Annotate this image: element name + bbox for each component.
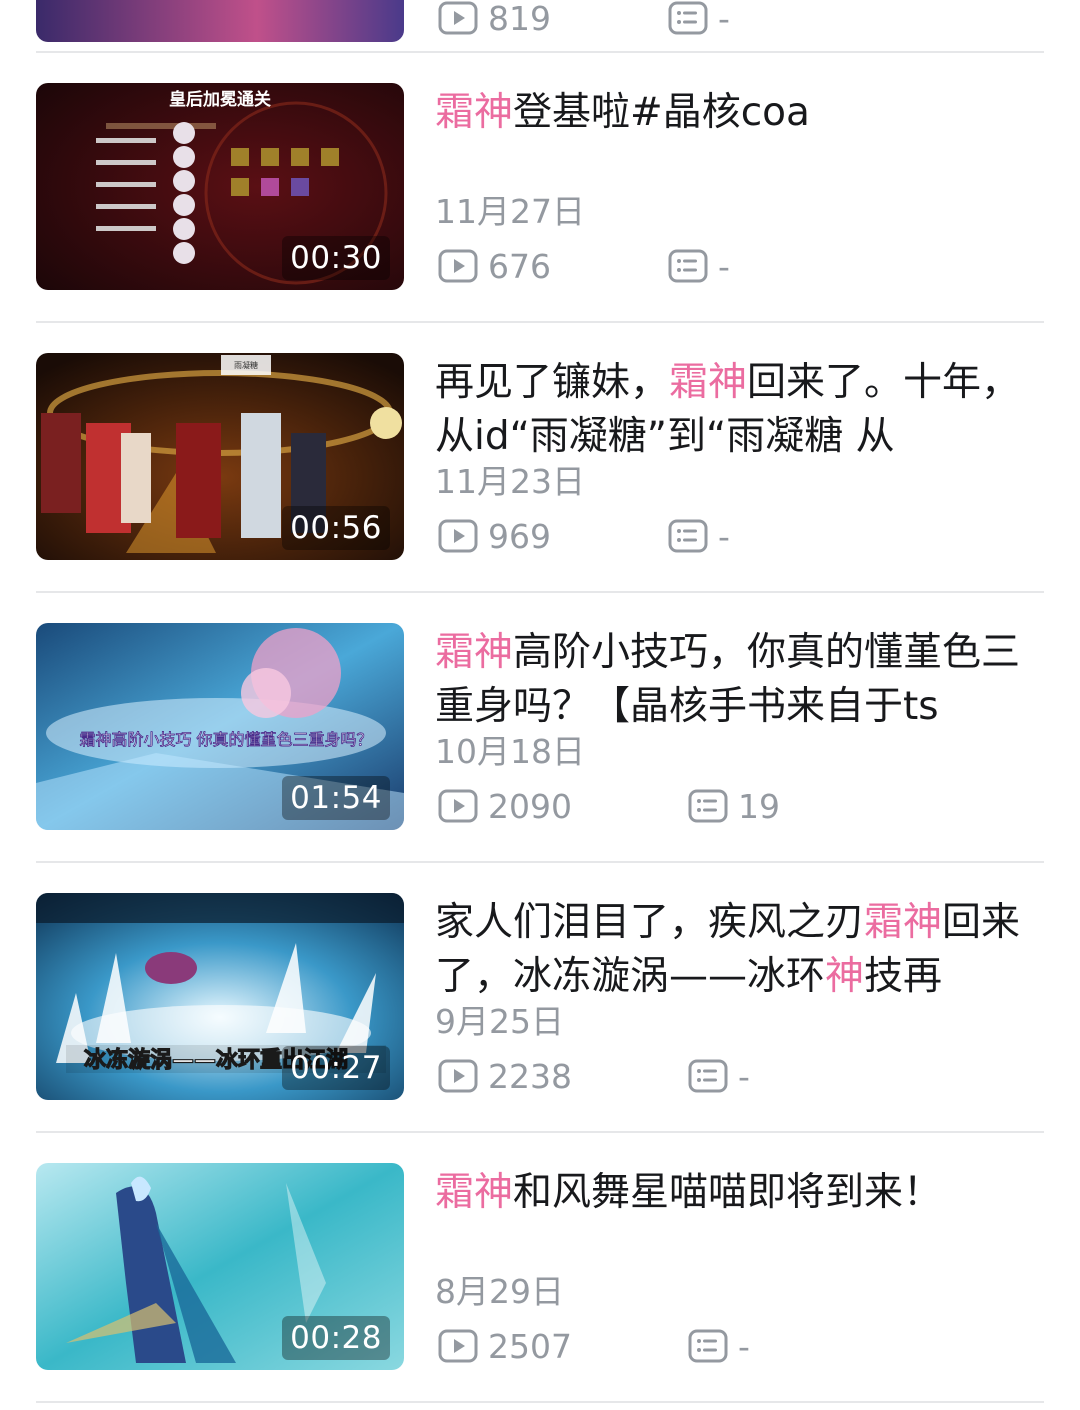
title-keyword-highlight: 霜神 xyxy=(435,90,514,135)
video-title[interactable]: 霜神登基啦#晶核coa xyxy=(435,86,1045,140)
title-text: 和风舞星喵喵即将到来！ xyxy=(513,1170,943,1215)
video-date: 11月27日 xyxy=(435,192,585,231)
thumbnail-caption: 雨凝糖 xyxy=(234,360,258,370)
title-text: 家人们泪目了，疾风之刃 xyxy=(435,900,865,945)
comment-count: - xyxy=(688,1326,750,1366)
thumbnail-caption: 皇后加冕通关 xyxy=(169,89,271,110)
video-title[interactable]: 再见了镰妹，霜神回来了。十年，从id“雨凝糖”到“雨凝糖 从 xyxy=(435,356,1045,464)
title-text: 登基啦#晶核coa xyxy=(513,90,810,135)
title-keyword-highlight: 霜神 xyxy=(435,630,514,675)
video-date: 9月25日 xyxy=(435,1002,564,1041)
video-thumbnail[interactable]: 雨凝糖 00:56 xyxy=(36,353,404,560)
video-list: 819 - 皇后加冕通关 00:30 霜神登基啦#晶核coa 11月27日 67… xyxy=(0,0,1080,1410)
title-keyword-highlight: 神 xyxy=(825,954,865,999)
video-title[interactable]: 霜神和风舞星喵喵即将到来！ xyxy=(435,1166,1045,1220)
video-thumbnail[interactable]: 皇后加冕通关 00:30 xyxy=(36,83,404,290)
video-card[interactable]: 皇后加冕通关 00:30 霜神登基啦#晶核coa 11月27日 676 - xyxy=(0,0,1080,290)
divider xyxy=(36,1401,1044,1403)
video-title[interactable]: 家人们泪目了，疾风之刃霜神回来了，冰冻漩涡——冰环神技再 xyxy=(435,896,1045,1004)
video-card[interactable]: 霜神高阶小技巧 你真的懂堇色三重身吗？ 01:54 霜神高阶小技巧，你真的懂堇色… xyxy=(0,540,1080,830)
video-thumbnail[interactable]: 00:28 xyxy=(36,1163,404,1370)
video-card[interactable]: 雨凝糖 00:56 再见了镰妹，霜神回来了。十年，从id“雨凝糖”到“雨凝糖 从… xyxy=(0,270,1080,560)
video-thumbnail[interactable]: 冰冻漩涡——冰环重出江湖 00:27 xyxy=(36,893,404,1100)
title-keyword-highlight: 霜神 xyxy=(669,360,748,405)
danmaku-count-icon xyxy=(688,1329,728,1363)
video-date: 8月29日 xyxy=(435,1272,564,1311)
thumbnail-caption: 霜神高阶小技巧 你真的懂堇色三重身吗？ xyxy=(79,730,372,749)
title-text: 技再 xyxy=(864,954,943,999)
video-date: 10月18日 xyxy=(435,732,585,771)
video-thumbnail[interactable]: 霜神高阶小技巧 你真的懂堇色三重身吗？ 01:54 xyxy=(36,623,404,830)
view-count: 2507 xyxy=(438,1326,572,1366)
video-title[interactable]: 霜神高阶小技巧，你真的懂堇色三重身吗？【晶核手书来自于ts xyxy=(435,626,1045,734)
title-keyword-highlight: 霜神 xyxy=(864,900,943,945)
video-card[interactable]: 00:28 霜神和风舞星喵喵即将到来！ 8月29日 2507 - xyxy=(0,1080,1080,1370)
video-date: 11月23日 xyxy=(435,462,585,501)
video-card[interactable]: 冰冻漩涡——冰环重出江湖 00:27 家人们泪目了，疾风之刃霜神回来了，冰冻漩涡… xyxy=(0,810,1080,1100)
video-duration: 00:28 xyxy=(282,1316,390,1360)
title-text: 高阶小技巧，你真的懂堇色三重身吗？【晶核手书来自于ts xyxy=(435,630,1021,729)
play-count-icon xyxy=(438,1329,478,1363)
title-keyword-highlight: 霜神 xyxy=(435,1170,514,1215)
title-text: 再见了镰妹， xyxy=(435,360,670,405)
